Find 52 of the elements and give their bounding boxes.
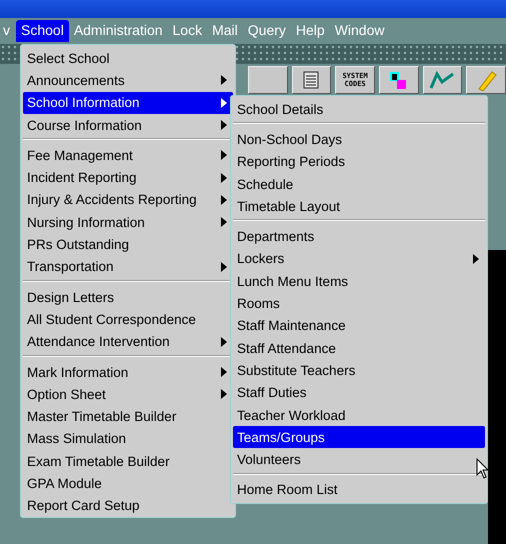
menu-item[interactable]: Select School [23,47,233,70]
menu-item[interactable]: Reporting Periods [233,150,485,173]
menu-bar-item[interactable]: Window [330,20,390,42]
menu-item[interactable]: Attendance Intervention [23,330,233,353]
menu-item[interactable]: Departments [233,225,485,248]
menu-item[interactable]: Substitute Teachers [233,359,485,382]
menu-item[interactable]: Report Card Setup [23,494,233,517]
menu-bar-item[interactable]: Mail [207,20,243,42]
menu-item[interactable]: Design Letters [23,286,233,308]
menu-item[interactable]: Home Room List [233,478,485,502]
menu-bar-item[interactable]: Query [242,20,291,42]
menu-item[interactable]: Option Sheet [23,383,233,406]
menu-item[interactable]: Lockers [233,248,485,270]
toolbar-button[interactable] [248,66,288,94]
menu-item[interactable]: Master Timetable Builder [23,405,233,428]
menu-bar-item[interactable]: Help [290,20,330,42]
menu-item[interactable]: Mark Information [23,360,233,384]
menu-item[interactable]: Staff Maintenance [233,314,485,337]
menu-item[interactable]: Staff Duties [233,382,485,404]
menu-item[interactable]: Non-School Days [233,128,485,151]
menu-bar-item[interactable]: v [0,20,16,42]
toolbar-button[interactable] [378,66,419,94]
menu-item[interactable]: Announcements [23,69,233,92]
menu-item[interactable]: Teacher Workload [233,404,485,426]
menu-item[interactable]: Fee Management [23,144,233,166]
menu-item[interactable]: Injury & Accidents Reporting [23,188,233,212]
menu-item[interactable]: Transportation [23,256,233,278]
menu-item[interactable]: Nursing Information [23,211,233,234]
toolbar-button[interactable] [292,66,332,94]
menu-bar-item[interactable]: Lock [168,20,208,42]
menu-item[interactable]: Staff Attendance [233,336,485,360]
toolbar-button[interactable] [466,66,506,94]
menu-item[interactable]: Lunch Menu Items [233,270,485,292]
menu-item[interactable]: PRs Outstanding [23,233,233,256]
menu-item[interactable]: Course Information [23,114,233,136]
menu-item[interactable]: Exam Timetable Builder [23,450,233,472]
toolbar-button[interactable] [422,66,462,94]
mouse-cursor-icon [476,458,490,480]
document-icon [301,70,322,90]
menu-item[interactable]: Teams/Groups [233,426,485,448]
menu-item[interactable]: School Information [23,92,233,114]
menu-item[interactable]: GPA Module [23,472,233,495]
menu-item[interactable]: Timetable Layout [233,195,485,218]
menu-item[interactable]: Rooms [233,292,485,315]
menu-bar-item[interactable]: School [16,20,69,42]
menu-item[interactable]: All Student Correspondence [23,308,233,331]
menu-bar-item[interactable]: Administration [68,20,168,42]
menu-item[interactable]: Mass Simulation [23,428,233,450]
menu-item[interactable]: Incident Reporting [23,166,233,189]
menu-item[interactable]: School Details [233,98,485,120]
menu-item[interactable]: Schedule [233,172,485,196]
menu-item[interactable]: Volunteers [233,448,485,471]
